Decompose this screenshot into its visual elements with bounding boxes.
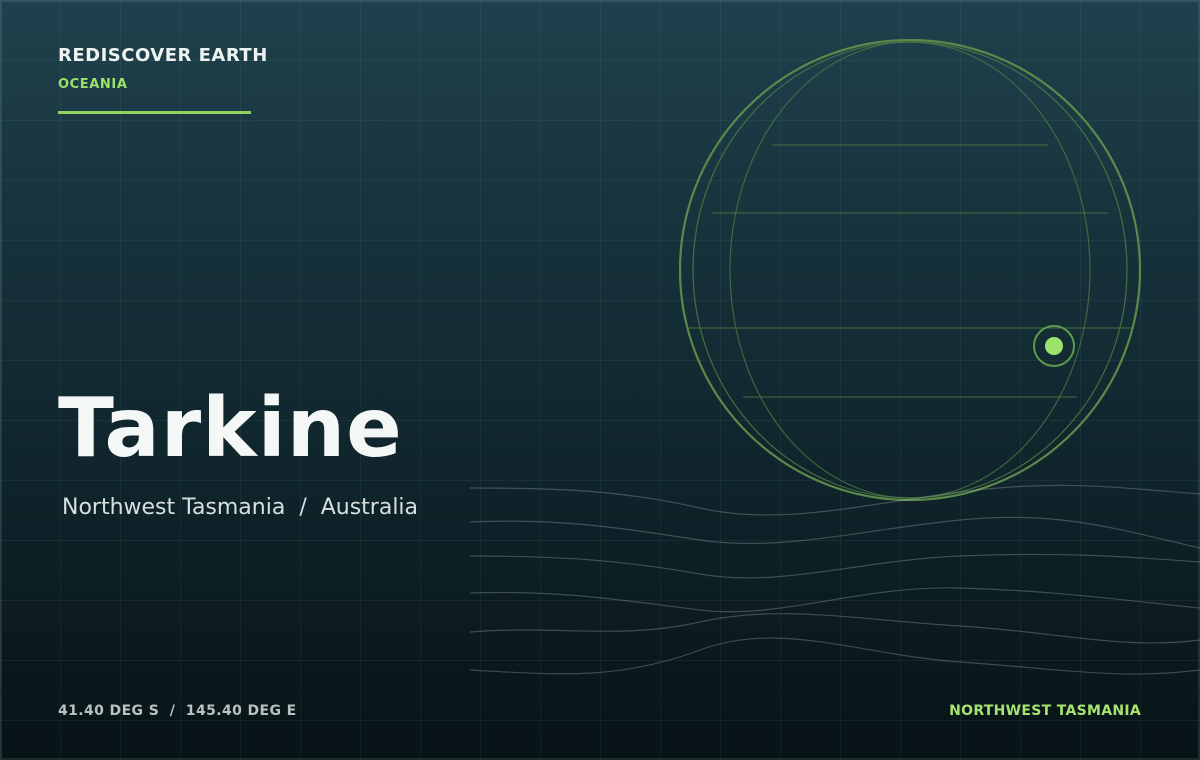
poster-card: REDISCOVER EARTH OCEANIA Tarkine Northwe… [0,0,1200,760]
card-border [0,0,1200,760]
